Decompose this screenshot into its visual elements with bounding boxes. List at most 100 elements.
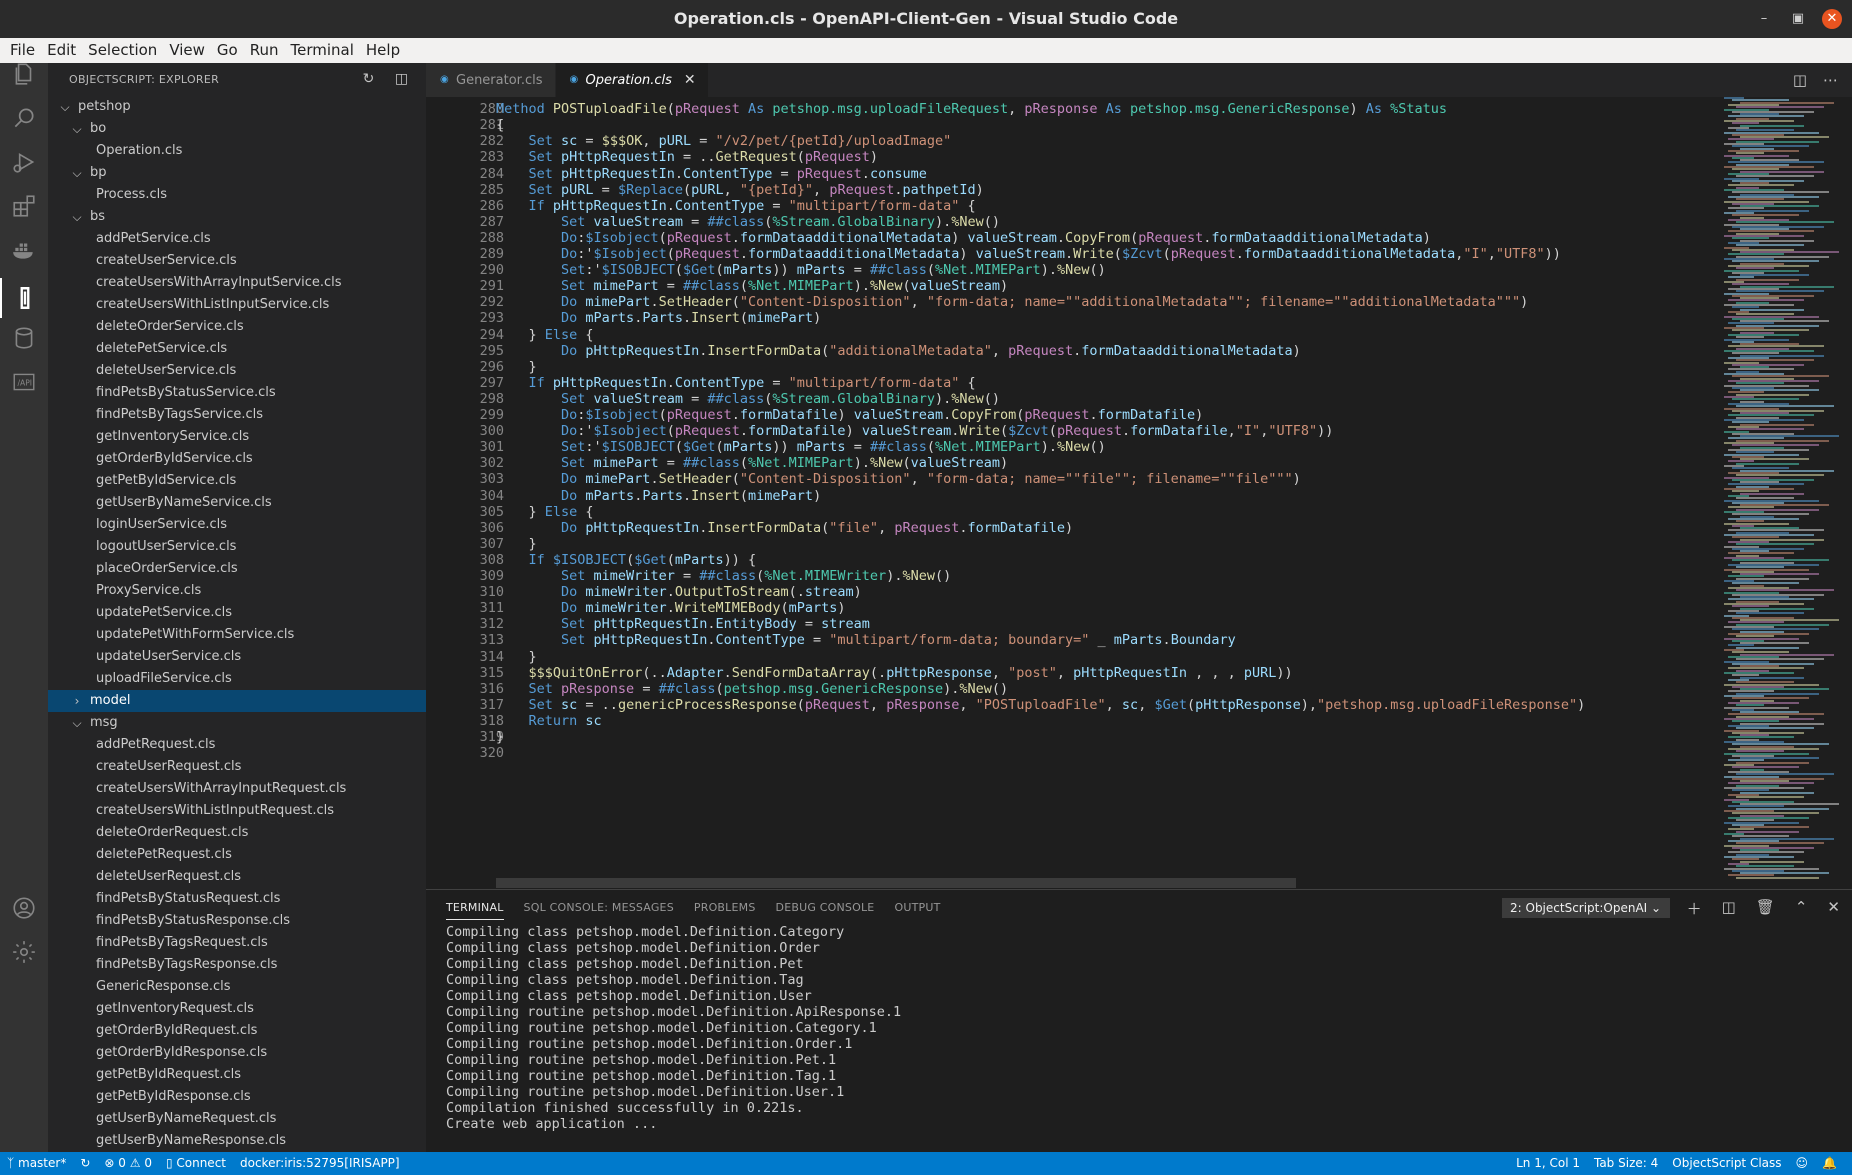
minimap[interactable] [1714, 97, 1839, 889]
code-line[interactable]: 313 Set pHttpRequestIn. ContentType = "mu… [426, 632, 1716, 648]
code-line[interactable]: 286 If pHttpRequestIn.ContentType = "mul… [426, 198, 1716, 214]
tree-file[interactable]: logoutUserService.cls [48, 536, 426, 558]
explorer-icon[interactable] [8, 58, 40, 90]
code-line[interactable]: 281{ [426, 117, 1716, 133]
run-debug-icon[interactable] [8, 146, 40, 178]
code-line[interactable]: 319} [426, 729, 1716, 745]
tree-folder[interactable]: ⌵ bo [48, 118, 426, 140]
tree-file[interactable]: findPetsByStatusRequest.cls [48, 888, 426, 910]
code-line[interactable]: 299 Do:$Isobject(pRequest.formDatafile) … [426, 407, 1716, 423]
tree-file[interactable]: deleteOrderService.cls [48, 316, 426, 338]
code-line[interactable]: 287 Set valueStream = ##class(%Stream.Gl… [426, 214, 1716, 230]
tree-file[interactable]: updatePetWithFormService.cls [48, 624, 426, 646]
tree-file[interactable]: deleteUserService.cls [48, 360, 426, 382]
tree-file[interactable]: getPetByIdRequest.cls [48, 1064, 426, 1086]
settings-gear-icon[interactable] [8, 936, 40, 968]
code-line[interactable]: 316 Set pResponse = ##class(petshop.msg.… [426, 681, 1716, 697]
code-line[interactable]: 300 Do:'$Isobject(pRequest.formDatafile)… [426, 423, 1716, 439]
tree-file[interactable]: getOrderByIdRequest.cls [48, 1020, 426, 1042]
tree-file[interactable]: deletePetService.cls [48, 338, 426, 360]
tab-generator[interactable]: ◉ Generator.cls [426, 63, 556, 97]
code-line[interactable]: 311 Do mimeWriter.WriteMIMEBody(mParts) [426, 600, 1716, 616]
tree-file[interactable]: getInventoryService.cls [48, 426, 426, 448]
close-panel-icon[interactable]: ✕ [1827, 898, 1840, 919]
split-editor-icon[interactable]: ◫ [1793, 71, 1807, 89]
chevron-up-icon[interactable]: ⌃ [1795, 898, 1808, 919]
code-line[interactable]: 318 Return sc [426, 713, 1716, 729]
branch-indicator[interactable]: ᛉ master* [0, 1152, 73, 1175]
code-line[interactable]: 308 If $ISOBJECT($Get(mParts)) { [426, 552, 1716, 568]
tree-file[interactable]: getUserByNameRequest.cls [48, 1108, 426, 1130]
code-line[interactable]: 306 Do pHttpRequestIn.InsertFormData("fi… [426, 520, 1716, 536]
objectscript-icon[interactable] [0, 278, 48, 318]
close-window-button[interactable]: ✕ [1822, 9, 1842, 29]
tree-file[interactable]: getOrderByIdResponse.cls [48, 1042, 426, 1064]
tree-file[interactable]: findPetsByTagsRequest.cls [48, 932, 426, 954]
connect-button[interactable]: ▯ Connect [159, 1152, 233, 1175]
tree-file[interactable]: getUserByNameResponse.cls [48, 1130, 426, 1152]
code-line[interactable]: 284 Set pHttpRequestIn.ContentType = pRe… [426, 166, 1716, 182]
menu-edit[interactable]: Edit [41, 38, 82, 63]
account-icon[interactable] [8, 892, 40, 924]
tree-file[interactable]: createUsersWithListInputRequest.cls [48, 800, 426, 822]
tree-file[interactable]: Operation.cls [48, 140, 426, 162]
docker-icon[interactable] [8, 234, 40, 266]
tree-folder[interactable]: ⌵ bs [48, 206, 426, 228]
code-line[interactable]: 320 [426, 745, 1716, 761]
code-editor[interactable]: 279280Method POSTuploadFile(pRequest As … [426, 97, 1716, 889]
code-line[interactable]: 301 Set:'$ISOBJECT($Get(mParts)) mParts … [426, 439, 1716, 455]
maximize-button[interactable]: ▣ [1788, 9, 1808, 29]
new-terminal-icon[interactable]: ＋ [1687, 898, 1702, 919]
api-icon[interactable]: /API [8, 366, 40, 398]
code-line[interactable]: 288 Do:$Isobject(pRequest.formDataadditi… [426, 230, 1716, 246]
language-mode[interactable]: ObjectScript Class [1665, 1152, 1788, 1175]
tree-file[interactable]: createUsersWithListInputService.cls [48, 294, 426, 316]
tab-output[interactable]: OUTPUT [894, 901, 940, 914]
tree-file[interactable]: addPetService.cls [48, 228, 426, 250]
tree-file[interactable]: getPetByIdResponse.cls [48, 1086, 426, 1108]
code-line[interactable]: 280 Method POSTuploadFile(pRequest As pet… [426, 101, 1716, 117]
code-line[interactable]: 309 Set mimeWriter = ##class(%Net.MIMEWr… [426, 568, 1716, 584]
code-line[interactable]: 283 Set pHttpRequestIn = ..GetRequest(pR… [426, 149, 1716, 165]
database-icon[interactable] [8, 322, 40, 354]
tree-file[interactable]: findPetsByTagsResponse.cls [48, 954, 426, 976]
code-line[interactable]: 315 $$$QuitOnError(..Adapter.SendFormDat… [426, 665, 1716, 681]
tree-file[interactable]: getInventoryRequest.cls [48, 998, 426, 1020]
tree-file[interactable]: createUserRequest.cls [48, 756, 426, 778]
tree-file[interactable]: getOrderByIdService.cls [48, 448, 426, 470]
tree-file[interactable]: createUserService.cls [48, 250, 426, 272]
tab-problems[interactable]: PROBLEMS [694, 901, 756, 914]
search-icon[interactable] [8, 102, 40, 134]
tree-file[interactable]: createUsersWithArrayInputService.cls [48, 272, 426, 294]
code-line[interactable]: 293 Do mParts.Parts.Insert(mimePart) [426, 310, 1716, 326]
code-line[interactable]: 291 Set mimePart = ##class(%Net.MIMEPart… [426, 278, 1716, 294]
tree-file[interactable]: findPetsByTagsService.cls [48, 404, 426, 426]
tab-size[interactable]: Tab Size: 4 [1587, 1152, 1665, 1175]
feedback-icon[interactable]: ☺ [1789, 1152, 1816, 1175]
tree-file[interactable]: findPetsByStatusResponse.cls [48, 910, 426, 932]
tree-file[interactable]: Process.cls [48, 184, 426, 206]
tree-file[interactable]: findPetsByStatusService.cls [48, 382, 426, 404]
tree-file[interactable]: addPetRequest.cls [48, 734, 426, 756]
tree-file[interactable]: updatePetService.cls [48, 602, 426, 624]
close-tab-icon[interactable]: ✕ [684, 72, 696, 88]
tree-file[interactable]: deleteOrderRequest.cls [48, 822, 426, 844]
sync-icon[interactable]: ↻ [73, 1152, 97, 1175]
tree-folder[interactable]: › model [48, 690, 426, 712]
tree-folder[interactable]: ⌵ bp [48, 162, 426, 184]
code-line[interactable]: 307 } [426, 536, 1716, 552]
cursor-position[interactable]: Ln 1, Col 1 [1509, 1152, 1587, 1175]
vertical-scrollbar[interactable] [1839, 97, 1852, 889]
tab-operation[interactable]: ◉ Operation.cls ✕ [555, 63, 709, 97]
code-line[interactable]: 317 Set sc = ..genericProcessResponse(pR… [426, 697, 1716, 713]
menu-terminal[interactable]: Terminal [285, 38, 360, 63]
code-line[interactable]: 296 } [426, 359, 1716, 375]
code-line[interactable]: 304 Do mParts.Parts.Insert(mimePart) [426, 488, 1716, 504]
tree-folder[interactable]: ⌵ msg [48, 712, 426, 734]
menu-run[interactable]: Run [244, 38, 285, 63]
collapse-all-icon[interactable]: ◫ [393, 71, 410, 88]
tree-file[interactable]: getUserByNameService.cls [48, 492, 426, 514]
tree-file[interactable]: deletePetRequest.cls [48, 844, 426, 866]
tree-file[interactable]: ProxyService.cls [48, 580, 426, 602]
tree-file[interactable]: updateUserService.cls [48, 646, 426, 668]
